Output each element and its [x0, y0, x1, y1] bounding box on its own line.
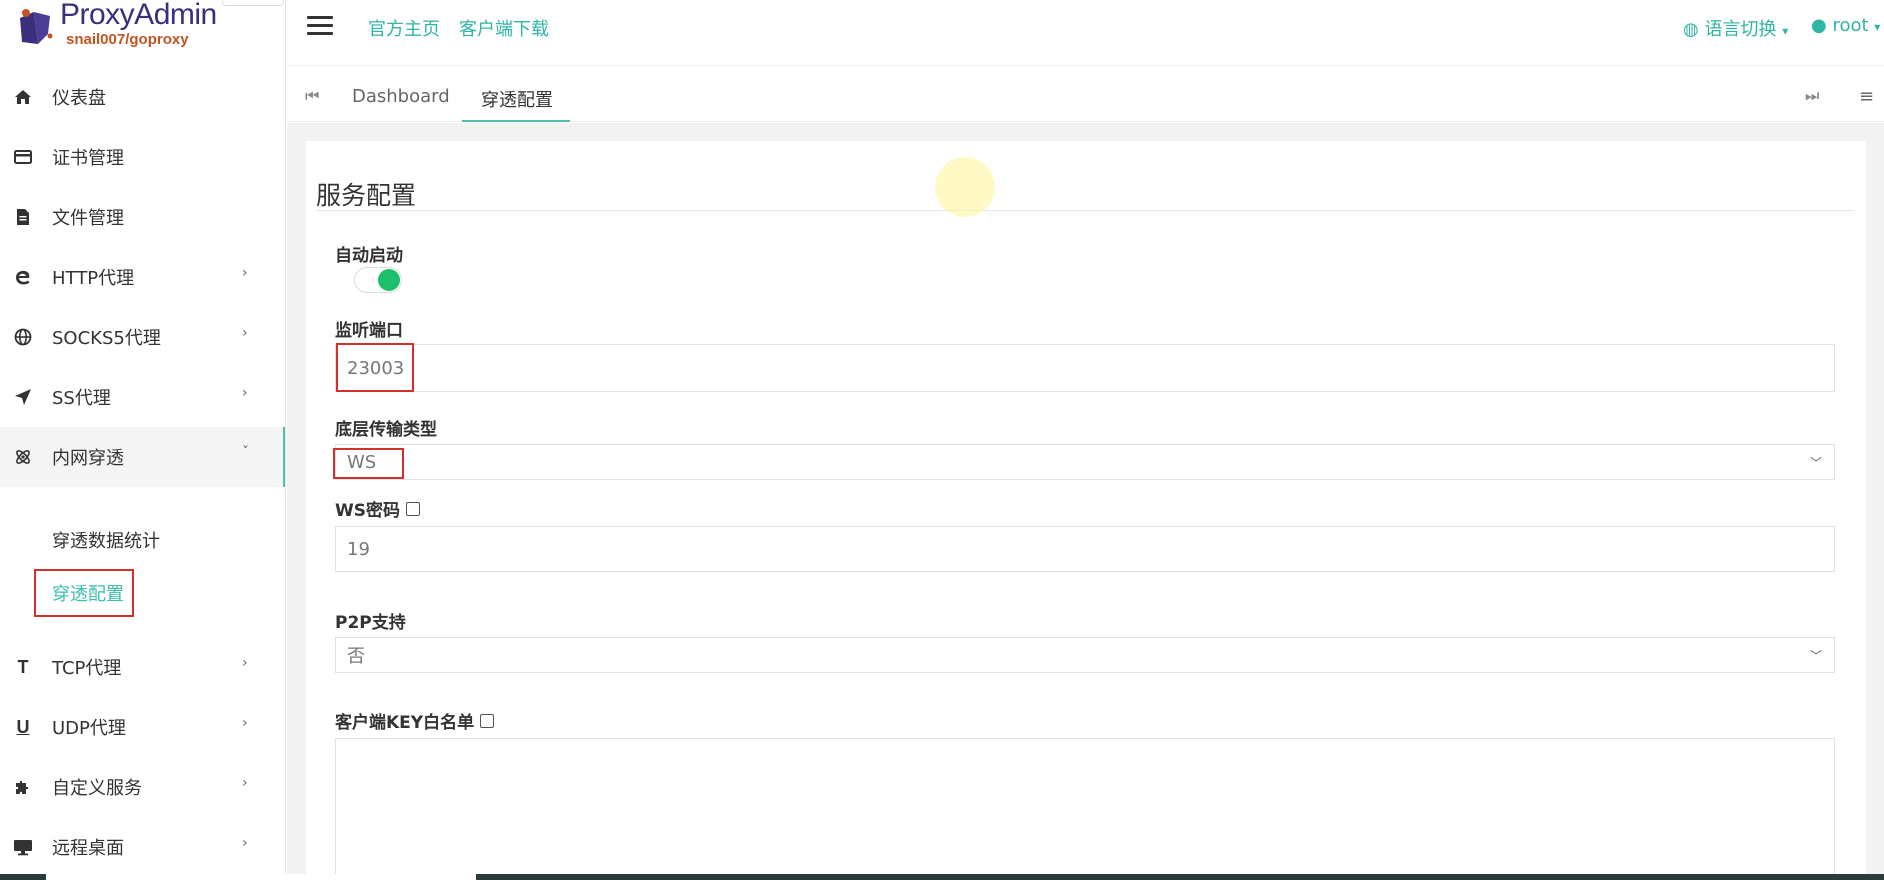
- client-download-link[interactable]: 客户端下载: [459, 15, 549, 41]
- logo-mark-icon: [20, 9, 53, 44]
- auto-start-label: 自动启动: [335, 246, 403, 266]
- sidebar-item-label: 远程桌面: [52, 838, 124, 859]
- sidebar-item-label: TCP代理: [52, 658, 122, 679]
- sidebar-item-remote-desktop[interactable]: 远程桌面 ›: [0, 817, 285, 877]
- chevron-right-icon: ›: [242, 775, 248, 791]
- tab-scroll-left-icon[interactable]: ⏮: [305, 86, 319, 106]
- info-icon[interactable]: [480, 714, 495, 728]
- transport-type-label: 底层传输类型: [335, 420, 437, 440]
- chevron-right-icon: ›: [242, 265, 248, 281]
- listen-port-input[interactable]: 23003: [335, 344, 1835, 392]
- sidebar-item-label: UDP代理: [52, 718, 126, 739]
- ws-password-label-text: WS密码: [335, 501, 400, 521]
- globe-icon: [12, 326, 34, 348]
- text-t-icon: T: [17, 656, 29, 677]
- chevron-down-icon: ﹀: [1809, 648, 1822, 663]
- p2p-value: 否: [347, 646, 365, 667]
- tab-scroll-right-icon[interactable]: ⏭: [1805, 86, 1819, 106]
- globe-icon: ◍: [1683, 19, 1699, 40]
- sidebar-item-label: SOCKS5代理: [52, 328, 161, 349]
- puzzle-icon: [12, 776, 34, 798]
- listen-port-label: 监听端口: [335, 321, 403, 341]
- ws-password-value: 19: [347, 538, 370, 560]
- official-site-link[interactable]: 官方主页: [368, 15, 440, 41]
- sidebar-item-nat-traversal[interactable]: 内网穿透 ˇ: [0, 427, 285, 487]
- client-key-whitelist-label-text: 客户端KEY白名单: [335, 713, 475, 733]
- brand-logo[interactable]: ProxyAdmin snail007/goproxy: [0, 0, 285, 64]
- p2p-select[interactable]: 否 ﹀: [335, 637, 1835, 673]
- caret-down-icon: ▾: [1782, 24, 1789, 38]
- ws-password-input[interactable]: 19: [335, 526, 1835, 572]
- transport-type-select[interactable]: WS ﹀: [335, 444, 1835, 480]
- mouse-cursor-highlight: [935, 157, 995, 217]
- sidebar-item-http-proxy[interactable]: HTTP代理 ›: [0, 247, 285, 307]
- sidebar-item-label: 自定义服务: [52, 778, 142, 799]
- chevron-right-icon: ›: [242, 325, 248, 341]
- version-badge: [222, 0, 284, 6]
- tab-menu-icon[interactable]: ≡: [1859, 86, 1874, 107]
- client-key-whitelist-label: 客户端KEY白名单: [335, 708, 495, 733]
- sidebar-item-label: 证书管理: [52, 148, 124, 169]
- sidebar-item-socks5-proxy[interactable]: SOCKS5代理 ›: [0, 307, 285, 367]
- brand-subtitle: snail007/goproxy: [66, 31, 189, 48]
- top-navbar: 官方主页 客户端下载 ◍ 语言切换 ▾ ● root ▾: [287, 0, 1884, 66]
- sidebar-item-tcp-proxy[interactable]: T TCP代理 ›: [0, 637, 285, 697]
- sidebar-item-label: 仪表盘: [52, 88, 106, 109]
- brand-title: ProxyAdmin: [60, 0, 217, 31]
- title-divider: [316, 210, 1854, 211]
- sidebar-item-label: 内网穿透: [52, 448, 124, 469]
- chevron-right-icon: ›: [242, 715, 248, 731]
- highlight-box: [333, 448, 404, 479]
- tab-traversal-config[interactable]: 穿透配置: [481, 86, 553, 112]
- underline-u-icon: U: [16, 716, 30, 737]
- language-switch[interactable]: ◍ 语言切换 ▾: [1683, 15, 1788, 41]
- sidebar-item-label: SS代理: [52, 388, 111, 409]
- tab-dashboard[interactable]: Dashboard: [352, 86, 450, 107]
- chevron-right-icon: ›: [242, 835, 248, 851]
- username: root: [1832, 15, 1869, 36]
- sidebar-item-custom-service[interactable]: 自定义服务 ›: [0, 757, 285, 817]
- sidebar-item-label: HTTP代理: [52, 268, 135, 289]
- credit-card-icon: [12, 146, 34, 168]
- caret-down-icon: ▾: [1874, 20, 1881, 34]
- chevron-right-icon: ›: [242, 655, 248, 671]
- taskbar-strip: [0, 874, 1884, 880]
- sidebar-subitem-traversal-config[interactable]: 穿透配置: [52, 580, 124, 606]
- chevron-right-icon: ›: [242, 385, 248, 401]
- page-title: 服务配置: [316, 181, 417, 210]
- monitor-icon: [12, 836, 34, 858]
- sidebar-item-udp-proxy[interactable]: U UDP代理 ›: [0, 697, 285, 757]
- client-key-whitelist-textarea[interactable]: [335, 738, 1835, 880]
- internet-explorer-icon: [12, 266, 34, 288]
- sidebar-item-ss-proxy[interactable]: SS代理 ›: [0, 367, 285, 427]
- active-tab-indicator: [462, 120, 570, 122]
- p2p-label: P2P支持: [335, 613, 406, 633]
- auto-start-toggle[interactable]: [354, 267, 402, 293]
- scroll-indicator: [46, 874, 476, 880]
- info-icon[interactable]: [406, 502, 420, 516]
- chevron-down-icon: ﹀: [1809, 455, 1822, 470]
- menu-toggle-icon[interactable]: [307, 16, 333, 36]
- toggle-knob: [378, 269, 400, 291]
- sidebar-submenu: 穿透数据统计 穿透配置: [0, 487, 285, 637]
- atom-icon: [12, 446, 34, 468]
- sidebar-item-label: 文件管理: [52, 208, 124, 229]
- paper-plane-icon: [12, 386, 34, 408]
- sidebar-item-files[interactable]: 文件管理: [0, 187, 285, 247]
- language-label: 语言切换: [1704, 19, 1777, 40]
- user-menu[interactable]: ● root ▾: [1811, 15, 1880, 36]
- sidebar-item-certificates[interactable]: 证书管理: [0, 127, 285, 187]
- sidebar-item-dashboard[interactable]: 仪表盘: [0, 67, 285, 127]
- chevron-down-icon: ˇ: [242, 445, 249, 461]
- home-icon: [12, 86, 34, 108]
- user-icon: ●: [1811, 15, 1827, 36]
- sidebar: ProxyAdmin snail007/goproxy 仪表盘 证书管理 文件管…: [0, 0, 286, 880]
- highlight-box: [336, 343, 414, 392]
- sidebar-subitem-traversal-stats[interactable]: 穿透数据统计: [52, 527, 160, 553]
- sidebar-menu: 仪表盘 证书管理 文件管理 HTTP代理 › SOCKS5代理 › SS代理 ›…: [0, 67, 285, 877]
- file-icon: [12, 206, 34, 228]
- tab-bar: ⏮ Dashboard 穿透配置 ⏭ ≡: [287, 72, 1884, 122]
- ws-password-label: WS密码: [335, 496, 420, 521]
